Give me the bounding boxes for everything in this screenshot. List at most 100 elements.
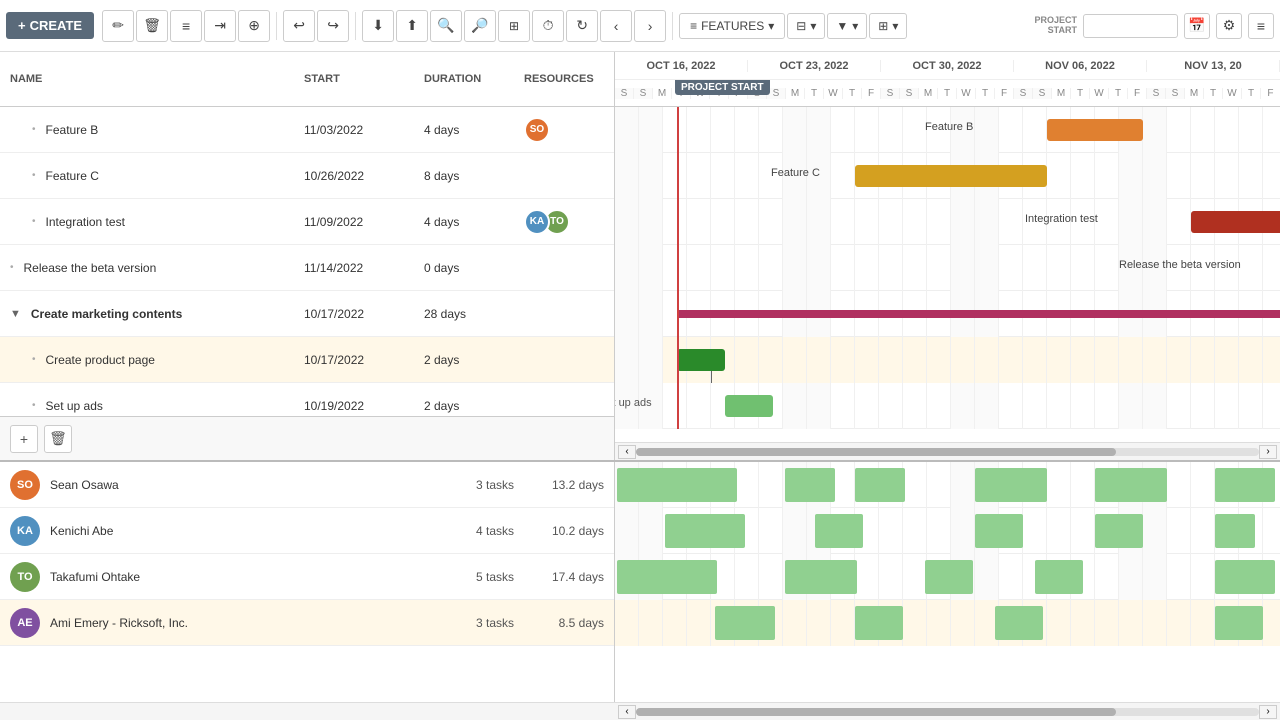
zoom-in-button[interactable]: 🔍 [430, 10, 462, 42]
table-row[interactable]: • Set up ads 10/19/2022 2 days [0, 383, 614, 416]
group-toggle-icon[interactable]: ▼ [10, 308, 21, 320]
filter-icon: ▼ [836, 19, 848, 33]
scroll-left-button-2[interactable]: ‹ [618, 705, 636, 719]
day-cell: T [1071, 88, 1090, 99]
table-row[interactable]: • Feature C 10/26/2022 8 days [0, 153, 614, 199]
project-start-label-2: START [1034, 26, 1077, 36]
scroll-right-button[interactable]: › [1259, 445, 1277, 459]
collapse-button[interactable]: ⬇ [362, 10, 394, 42]
scroll-thumb-2[interactable] [636, 708, 1116, 716]
chevron-down-icon-4: ▾ [892, 19, 898, 33]
scroll-track-2 [636, 708, 1259, 716]
gantt-row[interactable] [615, 337, 1280, 383]
scroll-thumb[interactable] [636, 448, 1116, 456]
gantt-row[interactable]: Feature B [615, 107, 1280, 153]
resource-row[interactable]: SO Sean Osawa 3 tasks 13.2 days [0, 462, 614, 508]
day-cell: S [881, 88, 900, 99]
clock-button[interactable]: ⏱ [532, 10, 564, 42]
settings-button[interactable]: ⚙ [1216, 13, 1242, 39]
resource-gantt-row[interactable]: 8h [615, 600, 1280, 646]
nav-right-button[interactable]: › [634, 10, 666, 42]
scroll-left-button[interactable]: ‹ [618, 445, 636, 459]
gantt-row[interactable]: Feature C [615, 153, 1280, 199]
task-start-value: 11/14/2022 [294, 261, 414, 275]
week-cell: OCT 16, 2022 [615, 60, 748, 72]
resource-row[interactable]: KA Kenichi Abe 4 tasks 10.2 days [0, 508, 614, 554]
table-row[interactable]: • Create product page 10/17/2022 2 days [0, 337, 614, 383]
trash-icon: 🗑 [143, 17, 161, 34]
day-cell: T [1242, 88, 1261, 99]
gantt-row[interactable]: Release the beta version [615, 245, 1280, 291]
gantt-scroll-bar[interactable]: ‹ › [615, 442, 1280, 460]
plus-icon: + [18, 18, 26, 33]
task-panel: NAME START DURATION RESOURCES • Feature … [0, 52, 615, 460]
indent-button[interactable]: ⇥ [204, 10, 236, 42]
grouping-dropdown[interactable]: ⊞ ▾ [869, 13, 907, 39]
zoom-out-button[interactable]: 🔎 [464, 10, 496, 42]
resource-gantt-panel[interactable]: 8h [615, 462, 1280, 702]
avatar: KA [10, 516, 40, 546]
hamburger-icon: ≡ [1257, 18, 1265, 34]
task-name-label: Integration test [46, 215, 125, 229]
chevron-down-icon: ▾ [768, 19, 774, 33]
zoom-in-icon: 🔍 [437, 17, 454, 34]
day-cell: T [843, 88, 862, 99]
settings-icon: ⚙ [1223, 17, 1236, 34]
gantt-row[interactable] [615, 291, 1280, 337]
add-task-button[interactable]: + [10, 425, 38, 453]
view-dropdown[interactable]: ⊟ ▾ [787, 13, 825, 39]
day-cell: S [634, 88, 653, 99]
bottom-scroll-bar[interactable]: ‹ › [0, 702, 1280, 720]
stamp-button[interactable]: ⊕ [238, 10, 270, 42]
resource-tasks: 4 tasks [434, 524, 514, 538]
refresh-button[interactable]: ↻ [566, 10, 598, 42]
scroll-right-area[interactable]: ‹ › [615, 703, 1280, 720]
col-duration-header: DURATION [414, 73, 514, 85]
task-name-label: Release the beta version [24, 261, 157, 275]
resource-row[interactable]: AE Ami Emery - Ricksoft, Inc. 3 tasks 8.… [0, 600, 614, 646]
table-row[interactable]: • Integration test 11/09/2022 4 days KA … [0, 199, 614, 245]
list-button[interactable]: ≡ [170, 10, 202, 42]
task-duration-value: 0 days [414, 261, 514, 275]
scroll-right-button-2[interactable]: › [1259, 705, 1277, 719]
task-resources-value: KA TO [514, 209, 614, 235]
gantt-body[interactable]: Feature B [615, 107, 1280, 442]
gantt-row[interactable]: Set up ads [615, 383, 1280, 429]
create-button[interactable]: + CREATE [6, 12, 94, 39]
resource-row[interactable]: TO Takafumi Ohtake 5 tasks 17.4 days [0, 554, 614, 600]
resource-gantt-row[interactable]: 8h [615, 462, 1280, 508]
col-name-header: NAME [0, 73, 294, 85]
toolbar: + CREATE ✏ 🗑 ≡ ⇥ ⊕ ↩ ↪ ⬇ ⬆ 🔍 🔎 ⊞ ⏱ ↻ [0, 0, 1280, 52]
task-start-value: 11/09/2022 [294, 215, 414, 229]
bullet-icon: • [32, 354, 36, 365]
edit-button[interactable]: ✏ [102, 10, 134, 42]
table-row[interactable]: ▼ Create marketing contents 10/17/2022 2… [0, 291, 614, 337]
pencil-icon: ✏ [112, 17, 124, 34]
list-icon: ≡ [182, 18, 190, 34]
hamburger-button[interactable]: ≡ [1248, 13, 1274, 39]
resource-gantt-row[interactable]: 8h [615, 508, 1280, 554]
redo-button[interactable]: ↪ [317, 10, 349, 42]
calendar-button[interactable]: 📅 [1184, 13, 1210, 39]
task-start-value: 10/17/2022 [294, 307, 414, 321]
task-name-label: Create marketing contents [31, 307, 182, 321]
project-start-date-input[interactable]: 10/17/2022 [1083, 14, 1178, 38]
day-cell: M [1185, 88, 1204, 99]
delete-button[interactable]: 🗑 [136, 10, 168, 42]
features-icon: ≡ [690, 19, 697, 33]
table-row[interactable]: • Release the beta version 11/14/2022 0 … [0, 245, 614, 291]
features-dropdown[interactable]: ≡ FEATURES ▾ [679, 13, 785, 39]
nav-left-button[interactable]: ‹ [600, 10, 632, 42]
fit-button[interactable]: ⊞ [498, 10, 530, 42]
chevron-down-icon-3: ▾ [852, 19, 858, 33]
filter-dropdown[interactable]: ▼ ▾ [827, 13, 867, 39]
day-cell: F [862, 88, 881, 99]
day-header-row: S S M T W T F S S M T W T F S S M [615, 80, 1280, 107]
table-row[interactable]: • Feature B 11/03/2022 4 days SO [0, 107, 614, 153]
delete-task-button[interactable]: 🗑 [44, 425, 72, 453]
gantt-row[interactable]: Integration test [615, 199, 1280, 245]
week-cell: NOV 06, 2022 [1014, 60, 1147, 72]
resource-gantt-row[interactable]: 8h [615, 554, 1280, 600]
expand-button[interactable]: ⬆ [396, 10, 428, 42]
undo-button[interactable]: ↩ [283, 10, 315, 42]
